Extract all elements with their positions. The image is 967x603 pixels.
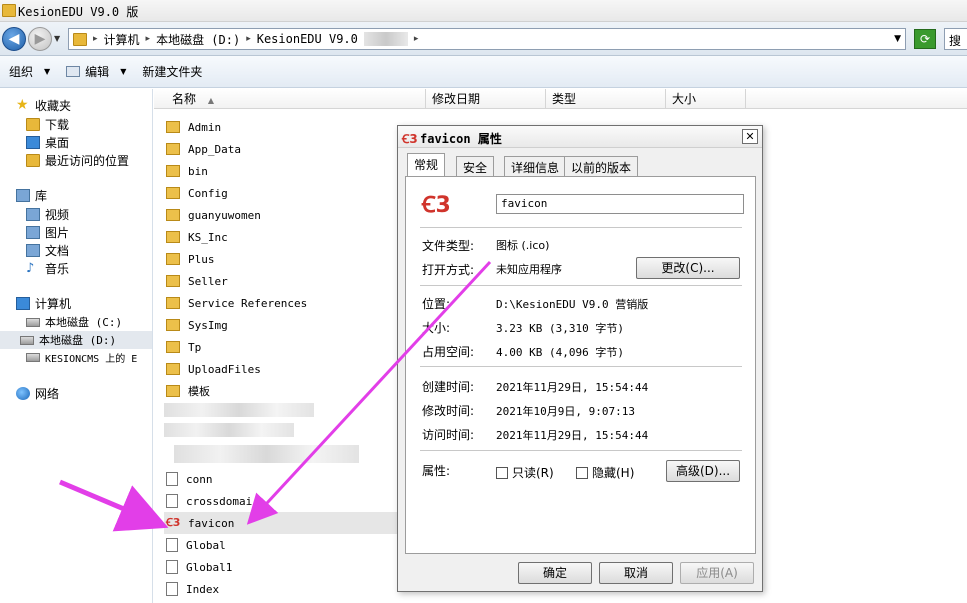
arrow-from-dialog [246,260,492,525]
arrow-to-favicon [59,479,169,532]
annotation-arrows [59,260,492,532]
